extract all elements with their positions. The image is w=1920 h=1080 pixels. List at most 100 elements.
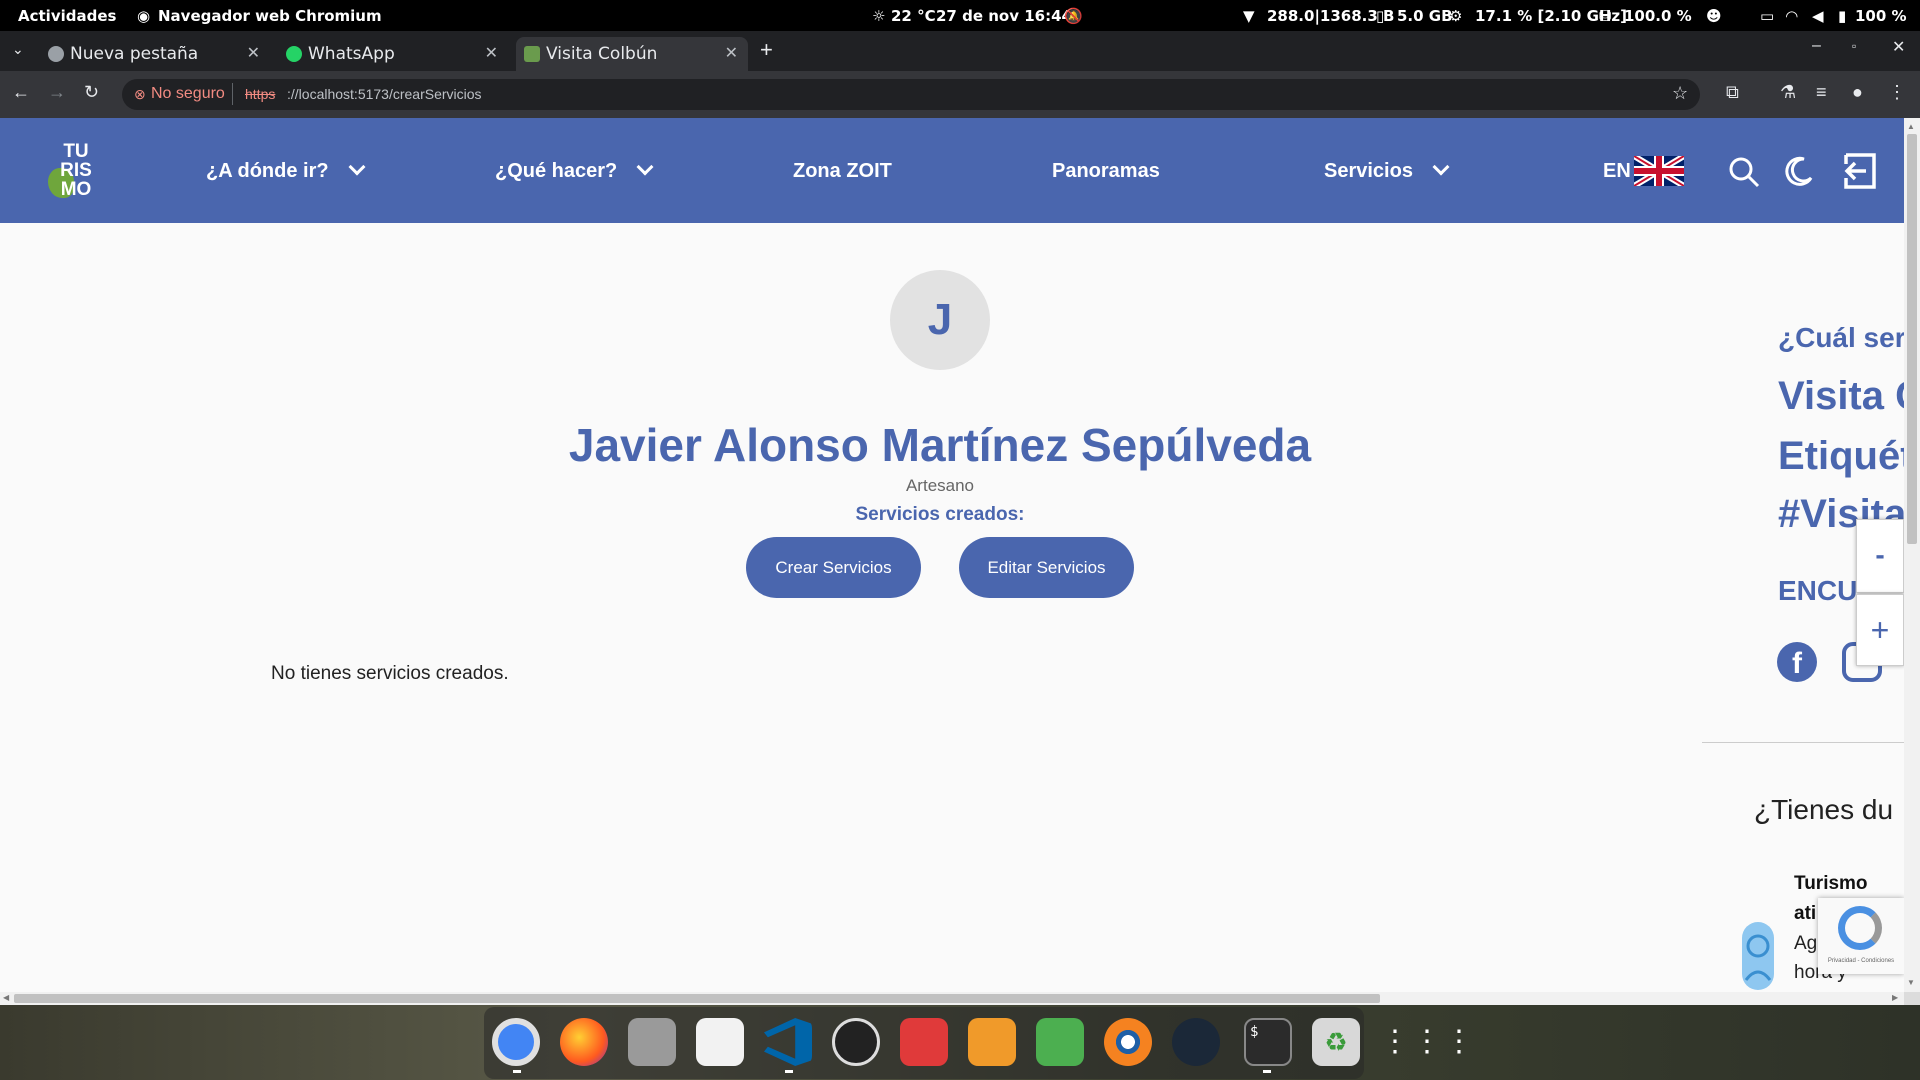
restore-button[interactable]: ▫ [1852, 39, 1856, 53]
chat-title: Turismo [1794, 873, 1868, 894]
logout-icon[interactable] [1842, 152, 1878, 190]
side-heading-line: Visita C [1778, 374, 1904, 418]
nav-label: ¿Qué hacer? [495, 160, 618, 182]
url-text[interactable]: ://localhost:5173/crearServicios [287, 86, 482, 102]
memory-icon: ▯ [1376, 7, 1385, 25]
wifi-speed-icon: ▼ [1243, 7, 1255, 25]
chat-text: Ag [1794, 933, 1818, 954]
nav-label: Servicios [1324, 160, 1413, 182]
chat-title: ati [1794, 903, 1817, 924]
language-switch[interactable]: EN [1603, 160, 1631, 183]
scroll-right-arrow-icon[interactable]: ▶ [1892, 993, 1898, 1002]
nav-label: ¿A dónde ir? [206, 160, 329, 182]
app-center-dock-icon[interactable] [696, 1018, 744, 1066]
tab-visita-colbun[interactable]: Visita Colbún ✕ [516, 37, 748, 71]
nav-servicios[interactable]: Servicios [1324, 158, 1450, 183]
empty-services-message: No tienes servicios creados. [271, 663, 509, 684]
media-controls-icon[interactable]: ≡ [1816, 82, 1827, 103]
language-label: EN [1603, 160, 1631, 182]
extensions-icon[interactable]: ⧉ [1726, 82, 1739, 103]
minimize-button[interactable]: – [1812, 37, 1821, 55]
logo-text-line: TU [63, 141, 89, 162]
profile-icon[interactable]: ● [1852, 82, 1863, 103]
vertical-scrollbar[interactable]: ▲ ▼ [1904, 118, 1920, 992]
tab-new-tab[interactable]: Nueva pestaña ✕ [40, 37, 270, 71]
firefox-dock-icon[interactable] [560, 1018, 608, 1066]
extension-indicator-icon[interactable]: ☻ [1706, 7, 1722, 25]
wps-presentation-dock-icon[interactable] [1036, 1018, 1084, 1066]
nav-panoramas[interactable]: Panoramas [1052, 160, 1160, 183]
omnibox-divider [232, 83, 233, 105]
tab-label: Nueva pestaña [70, 44, 199, 64]
trash-dock-icon[interactable]: ♻ [1312, 1018, 1360, 1066]
menu-icon[interactable]: ⋮ [1888, 82, 1906, 103]
uk-flag-icon[interactable] [1634, 156, 1684, 186]
close-window-button[interactable]: ✕ [1892, 37, 1905, 57]
profile-name: Javier Alonso Martínez Sepúlveda [568, 419, 1312, 471]
dark-mode-moon-icon[interactable] [1784, 156, 1814, 186]
reload-icon[interactable]: ↻ [84, 82, 99, 103]
doubts-heading: ¿Tienes du [1754, 794, 1894, 825]
screen-cast-icon[interactable]: ▭ [1760, 7, 1774, 25]
labs-icon[interactable]: ⚗ [1780, 82, 1796, 103]
address-bar[interactable]: ⊗ No seguro https ://localhost:5173/crea… [122, 79, 1700, 110]
terminal-dock-icon[interactable]: $ [1244, 1018, 1292, 1066]
site-logo[interactable]: TU RIS MO [44, 142, 104, 202]
browser-tab-strip: ⌄ Nueva pestaña ✕ WhatsApp ✕ Visita Colb… [0, 31, 1920, 71]
horizontal-scrollbar[interactable]: ◀ ▶ [0, 992, 1904, 1005]
edit-services-button[interactable]: Editar Servicios [959, 537, 1134, 598]
search-icon[interactable] [1728, 156, 1760, 188]
side-encu-label: ENCU [1778, 575, 1858, 606]
battery-label[interactable]: 100 % [1855, 7, 1907, 25]
back-icon[interactable]: ← [12, 82, 30, 103]
active-app-label[interactable]: Navegador web Chromium [158, 7, 382, 25]
horizontal-scroll-thumb[interactable] [14, 994, 1380, 1003]
vertical-scroll-thumb[interactable] [1907, 134, 1917, 544]
tab-search-icon[interactable]: ⌄ [12, 41, 24, 58]
chromium-app-icon: ◉ [137, 7, 151, 25]
tab-label: Visita Colbún [546, 44, 658, 64]
tab-whatsapp[interactable]: WhatsApp ✕ [278, 37, 508, 71]
chevron-down-icon [636, 158, 654, 176]
blender-dock-icon[interactable] [1104, 1018, 1152, 1066]
zoom-in-button[interactable]: + [1856, 594, 1904, 666]
chevron-down-icon [348, 158, 366, 176]
battery-icon[interactable]: ▮ [1838, 7, 1846, 25]
steam-dock-icon[interactable] [1172, 1018, 1220, 1066]
tab-label: WhatsApp [308, 44, 395, 64]
chromium-dock-icon[interactable] [492, 1018, 540, 1066]
wifi-icon[interactable]: ◠ [1786, 7, 1798, 25]
facebook-icon[interactable]: f [1777, 642, 1817, 682]
not-secure-icon[interactable]: ⊗ [134, 86, 146, 103]
weather-label[interactable]: 22 °C [891, 7, 936, 25]
whatsapp-favicon-icon [286, 46, 302, 62]
scroll-left-arrow-icon[interactable]: ◀ [3, 993, 9, 1002]
show-apps-grid-icon[interactable]: ⋮⋮⋮ [1380, 1018, 1474, 1066]
wps-spreadsheet-dock-icon[interactable] [968, 1018, 1016, 1066]
recaptcha-badge[interactable]: Privacidad - Condiciones [1818, 898, 1904, 974]
recaptcha-links[interactable]: Privacidad - Condiciones [1820, 958, 1902, 964]
bookmark-star-icon[interactable]: ☆ [1672, 83, 1688, 104]
disk-icon: ⛁ [1599, 7, 1612, 25]
create-services-button[interactable]: Crear Servicios [746, 537, 921, 598]
nav-que-hacer[interactable]: ¿Qué hacer? [495, 158, 654, 183]
scroll-up-arrow-icon[interactable]: ▲ [1907, 122, 1915, 131]
volume-icon[interactable]: ◀ [1812, 7, 1824, 25]
new-tab-button[interactable]: + [760, 37, 773, 63]
forward-icon[interactable]: → [48, 82, 66, 103]
obs-dock-icon[interactable] [832, 1018, 880, 1066]
close-tab-icon[interactable]: ✕ [485, 43, 498, 62]
nav-zona-zoit[interactable]: Zona ZOIT [793, 160, 892, 183]
cpu-icon: ⚙ [1449, 7, 1463, 25]
security-label[interactable]: No seguro [151, 85, 225, 103]
activities-button[interactable]: Actividades [18, 7, 116, 25]
close-tab-icon[interactable]: ✕ [725, 43, 738, 62]
scroll-down-arrow-icon[interactable]: ▼ [1907, 978, 1915, 987]
wps-writer-dock-icon[interactable] [900, 1018, 948, 1066]
chat-agent-icon[interactable] [1740, 920, 1776, 992]
zoom-out-button[interactable]: - [1856, 519, 1904, 593]
clock-label[interactable]: 27 de nov 16:44 [936, 7, 1072, 25]
close-tab-icon[interactable]: ✕ [247, 43, 260, 62]
files-dock-icon[interactable] [628, 1018, 676, 1066]
nav-donde-ir[interactable]: ¿A dónde ir? [206, 158, 366, 183]
